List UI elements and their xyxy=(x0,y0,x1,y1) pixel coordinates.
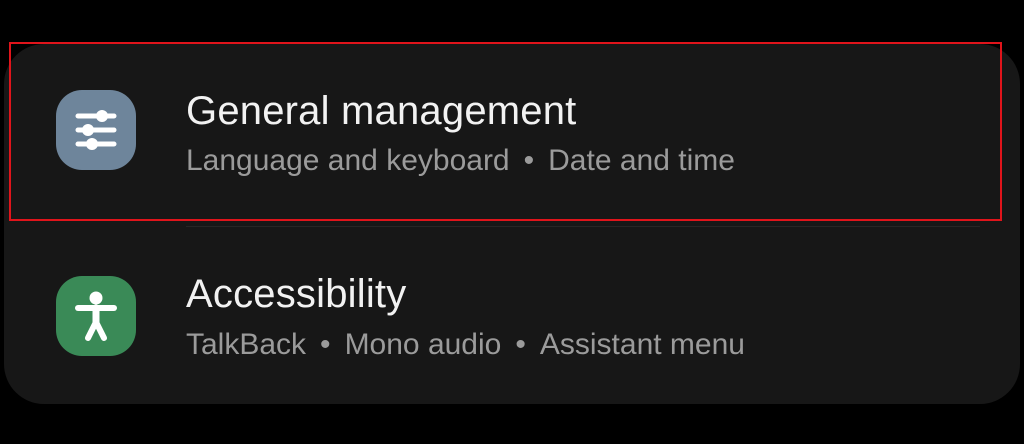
separator-dot: • xyxy=(515,328,526,361)
subtitle-part: Date and time xyxy=(548,144,735,177)
subtitle-part: Mono audio xyxy=(344,328,502,361)
settings-item-title: General management xyxy=(186,89,577,133)
settings-item-subtitle: Language and keyboard • Date and time xyxy=(186,144,735,178)
settings-item-accessibility[interactable]: Accessibility TalkBack • Mono audio • Assist… xyxy=(4,226,1020,404)
subtitle-part: Language and keyboard xyxy=(186,144,510,177)
separator-dot: • xyxy=(523,144,535,177)
accessibility-person-icon xyxy=(56,276,136,356)
sliders-icon xyxy=(56,90,136,170)
separator-dot: • xyxy=(320,328,331,361)
settings-card: General management Language and keyboard… xyxy=(4,44,1020,404)
settings-item-subtitle: TalkBack • Mono audio • Assistant menu xyxy=(186,328,745,362)
subtitle-part: Assistant menu xyxy=(539,328,745,361)
subtitle-part: TalkBack xyxy=(186,328,307,361)
settings-item-general-management[interactable]: General management Language and keyboard… xyxy=(4,44,1020,224)
settings-item-title: Accessibility xyxy=(186,272,407,316)
